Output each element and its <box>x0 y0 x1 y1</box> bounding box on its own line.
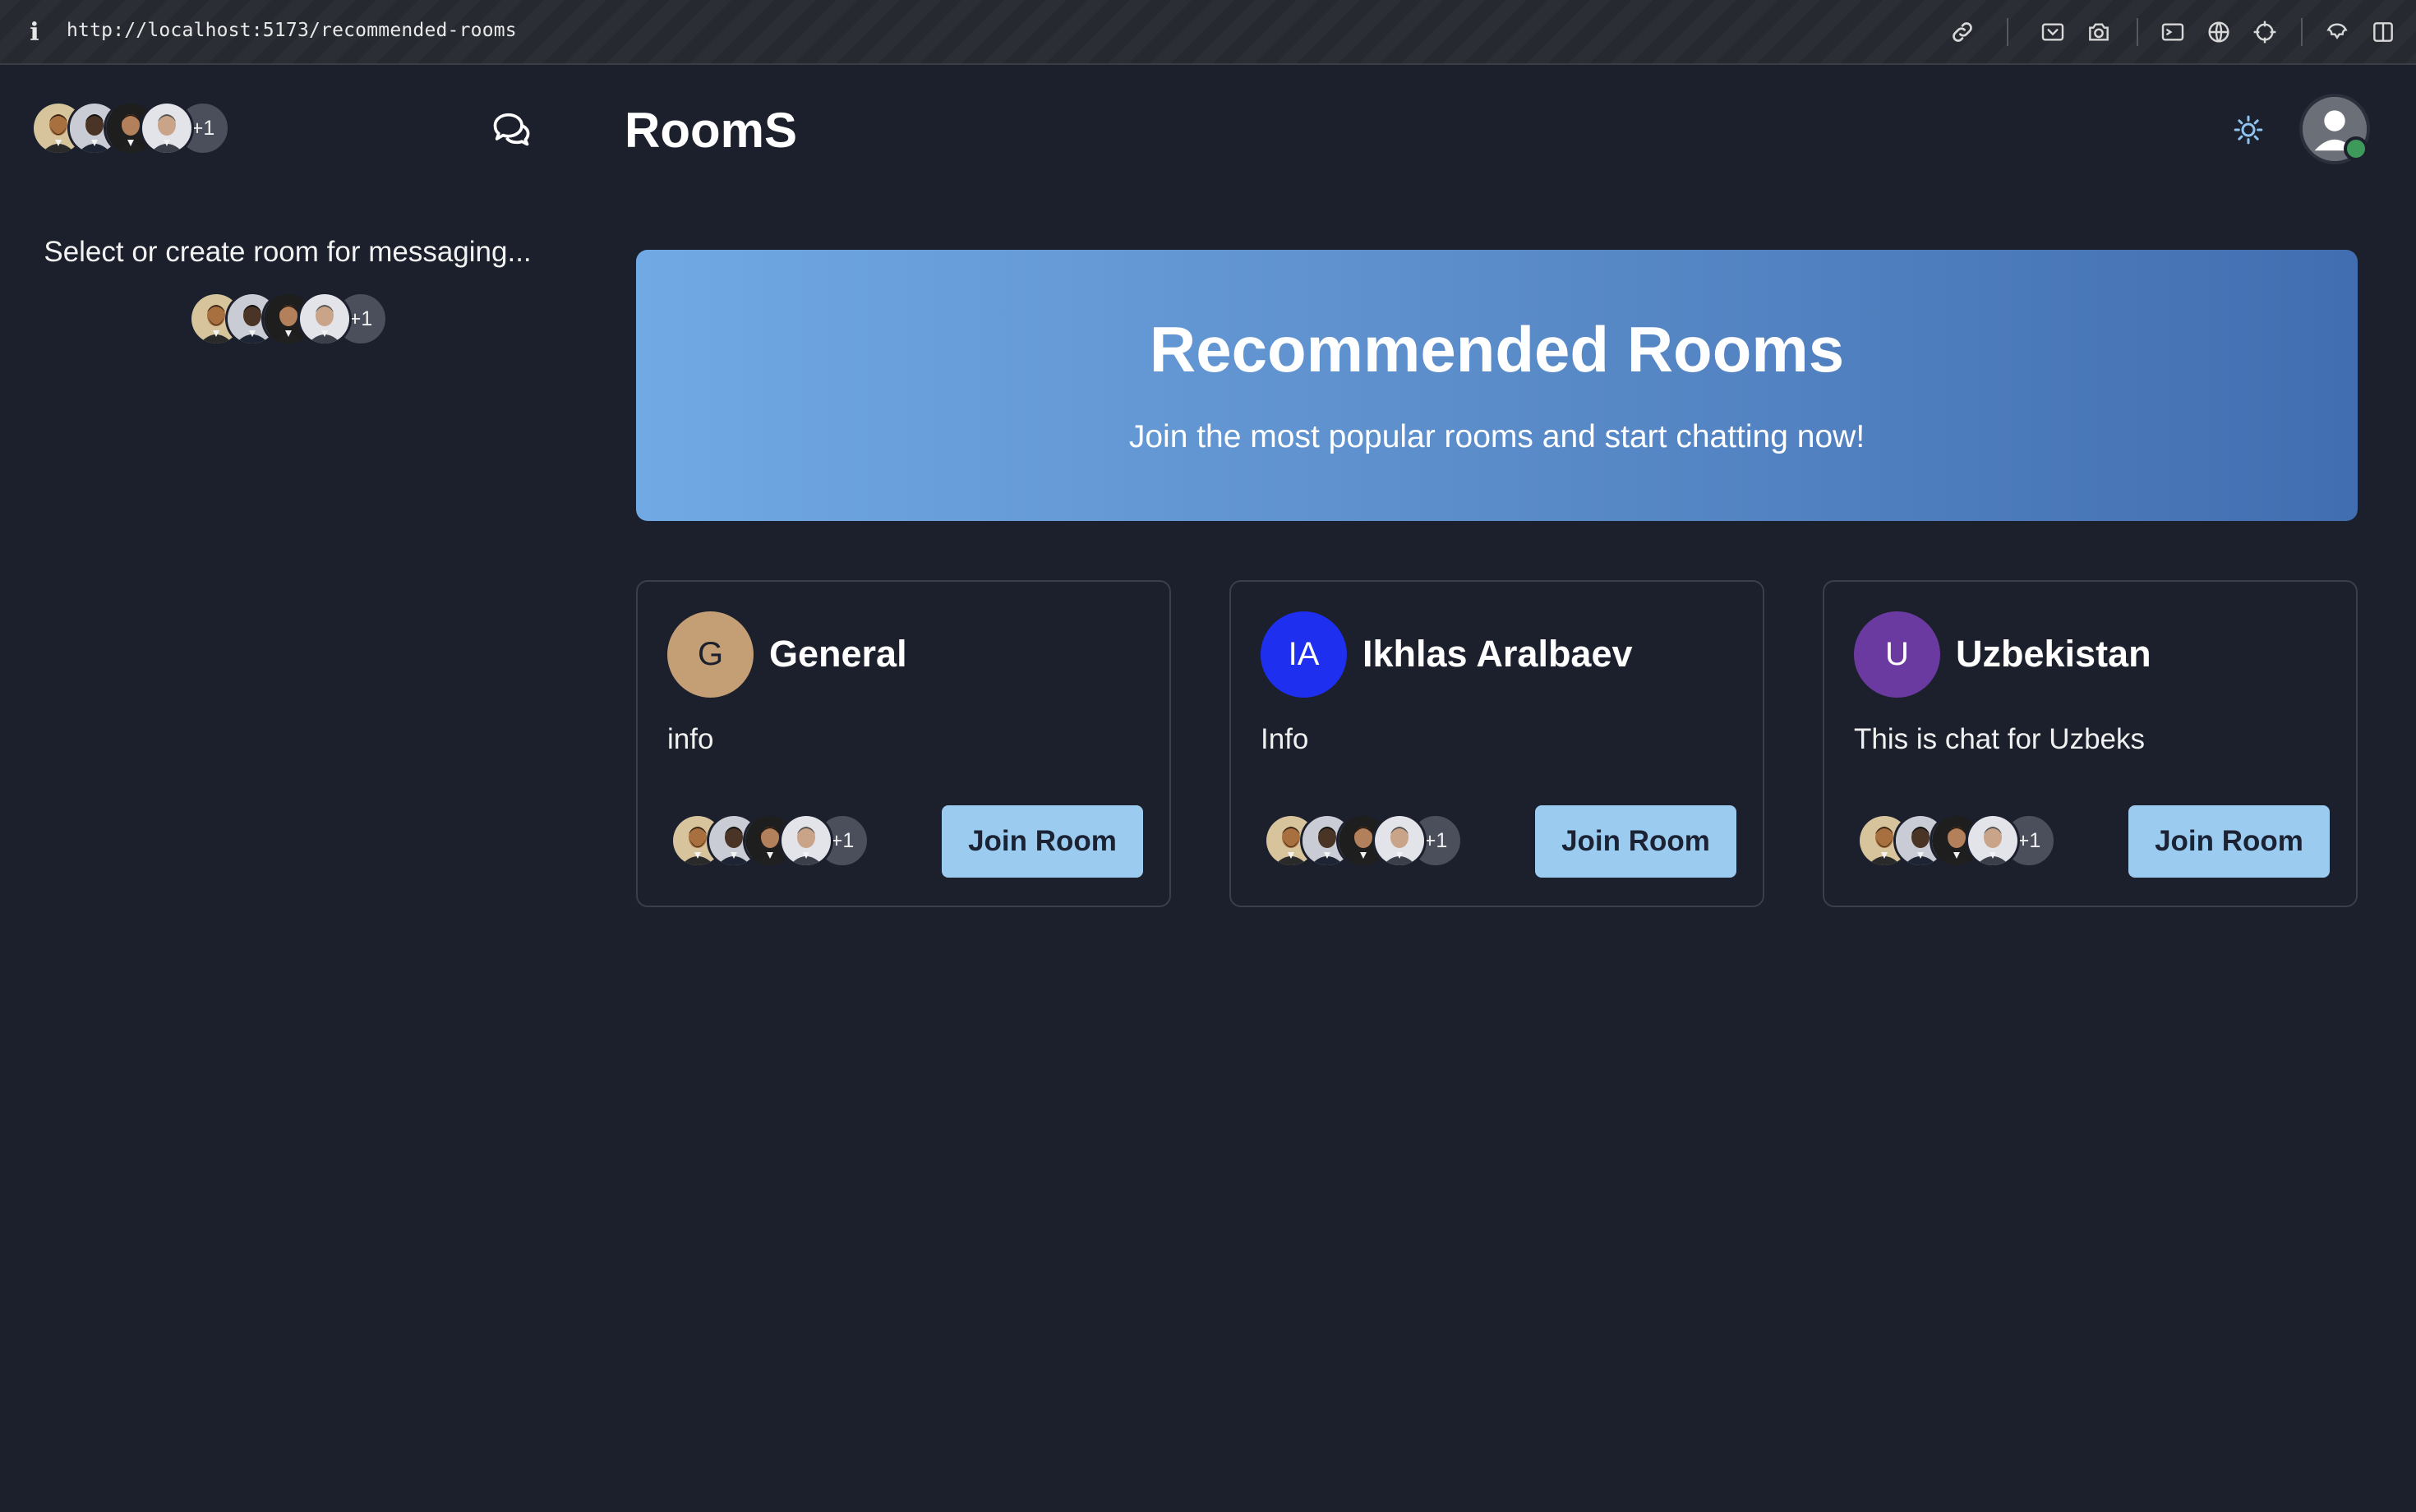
suggested-users-stack[interactable]: +1 <box>189 292 388 346</box>
sun-icon[interactable] <box>2225 107 2271 153</box>
site-info-icon[interactable]: i <box>25 16 44 48</box>
link-icon[interactable] <box>1948 17 1977 47</box>
room-members-stack[interactable]: +1 <box>671 814 869 868</box>
screenshot-area-icon[interactable] <box>2038 17 2068 47</box>
room-card: U Uzbekistan This is chat for Uzbeks +1 … <box>1823 580 2358 907</box>
room-card: IA Ikhlas Aralbaev Info +1 Join Room <box>1229 580 1764 907</box>
avatar <box>140 101 194 155</box>
toolbar-divider <box>2137 18 2138 46</box>
crosshair-icon[interactable] <box>2250 17 2280 47</box>
room-card: G General info +1 Join Room <box>636 580 1171 907</box>
avatar <box>1372 814 1427 868</box>
browser-toolbar: i http://localhost:5173/recommended-room… <box>0 0 2416 65</box>
avatar <box>297 292 352 346</box>
room-description: info <box>667 723 714 755</box>
join-room-button[interactable]: Join Room <box>2128 805 2330 878</box>
toolbar-divider <box>2007 18 2008 46</box>
empty-chat-message: Select or create room for messaging... <box>44 236 532 268</box>
camera-icon[interactable] <box>2084 17 2114 47</box>
avatar <box>1966 814 2020 868</box>
recommended-hero-banner: Recommended Rooms Join the most popular … <box>636 250 2358 521</box>
room-name[interactable]: Ikhlas Aralbaev <box>1362 633 1633 675</box>
online-users-stack[interactable]: +1 <box>31 101 230 155</box>
join-room-button[interactable]: Join Room <box>942 805 1143 878</box>
room-members-stack[interactable]: +1 <box>1857 814 2056 868</box>
room-name[interactable]: Uzbekistan <box>1956 633 2151 675</box>
room-members-stack[interactable]: +1 <box>1264 814 1463 868</box>
room-description: This is chat for Uzbeks <box>1854 723 2145 755</box>
room-description: Info <box>1261 723 1309 755</box>
sidebar-toggle-icon[interactable] <box>2368 17 2398 47</box>
room-name[interactable]: General <box>769 633 907 675</box>
globe-icon[interactable] <box>2204 17 2234 47</box>
room-avatar: IA <box>1261 611 1347 698</box>
address-bar[interactable]: http://localhost:5173/recommended-rooms <box>67 20 517 41</box>
hero-title: Recommended Rooms <box>1149 313 1845 385</box>
toolbar-divider <box>2301 18 2303 46</box>
room-avatar: U <box>1854 611 1940 698</box>
hero-subtitle: Join the most popular rooms and start ch… <box>1128 419 1865 454</box>
join-room-button[interactable]: Join Room <box>1535 805 1736 878</box>
chat-bubbles-icon[interactable] <box>486 104 536 154</box>
terminal-icon[interactable] <box>2158 17 2188 47</box>
extensions-icon[interactable] <box>2322 17 2352 47</box>
online-status-indicator <box>2344 136 2368 161</box>
app-title: RoomS <box>625 103 797 158</box>
sidebar: +1 Select or create room for messaging..… <box>0 67 585 1512</box>
avatar <box>779 814 833 868</box>
room-avatar: G <box>667 611 754 698</box>
